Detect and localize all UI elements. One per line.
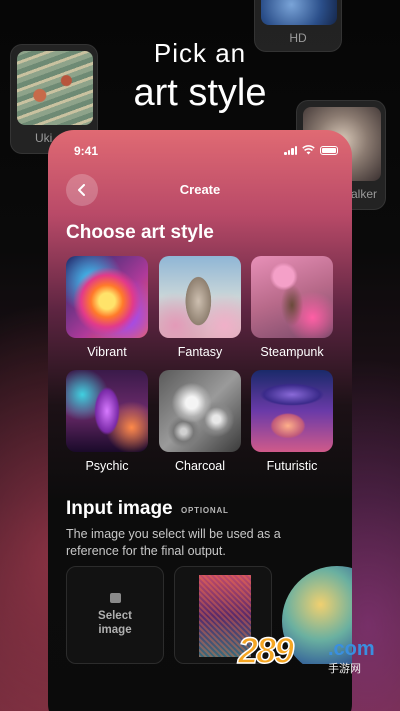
style-name: Psychic	[85, 459, 129, 473]
style-tile-charcoal[interactable]: Charcoal	[159, 370, 241, 473]
style-name: Fantasy	[177, 345, 223, 359]
status-bar: 9:41	[48, 142, 352, 158]
phone-screen: 9:41 Create Choose art style Vibrant Fan…	[48, 130, 352, 711]
image-icon	[109, 593, 121, 603]
style-name: Charcoal	[174, 459, 226, 473]
steampunk-thumbnail	[251, 256, 333, 338]
style-name: Vibrant	[87, 345, 127, 359]
status-icons	[284, 145, 338, 155]
psychic-thumbnail	[66, 370, 148, 452]
headline-line-1: Pick an	[153, 38, 247, 68]
optional-badge: OPTIONAL	[181, 506, 229, 515]
signal-icon	[284, 145, 297, 155]
vibrant-thumbnail	[66, 256, 148, 338]
style-tile-futuristic[interactable]: Futuristic	[251, 370, 333, 473]
fantasy-thumbnail	[159, 256, 241, 338]
select-image-label: Select image	[98, 610, 132, 636]
watermark-number: 289	[237, 629, 295, 672]
input-image-title: Input image	[66, 498, 173, 519]
input-image-description: The image you select will be used as a r…	[66, 527, 281, 558]
style-tile-vibrant[interactable]: Vibrant	[66, 256, 148, 359]
select-image-button[interactable]: Select image	[66, 566, 164, 664]
style-tile-psychic[interactable]: Psychic	[66, 370, 148, 473]
promo-headline: Pick an art style	[0, 38, 400, 113]
style-tile-steampunk[interactable]: Steampunk	[251, 256, 333, 359]
charcoal-thumbnail	[159, 370, 241, 452]
style-name: Futuristic	[266, 459, 318, 473]
futuristic-thumbnail	[251, 370, 333, 452]
wifi-icon	[302, 145, 315, 155]
battery-icon	[320, 145, 338, 155]
watermark-domain: .com	[328, 638, 375, 660]
style-name: Steampunk	[260, 345, 324, 359]
status-time: 9:41	[74, 144, 99, 158]
watermark-text: 手游网	[328, 663, 361, 675]
choose-style-title: Choose art style	[66, 222, 214, 243]
watermark-logo: 289 .com 手游网	[237, 629, 378, 675]
hd-thumbnail	[261, 0, 337, 25]
walker-label: alker	[350, 187, 377, 201]
headline-line-2: art style	[133, 72, 267, 114]
nav-title: Create	[179, 182, 221, 197]
style-tile-fantasy[interactable]: Fantasy	[159, 256, 241, 359]
